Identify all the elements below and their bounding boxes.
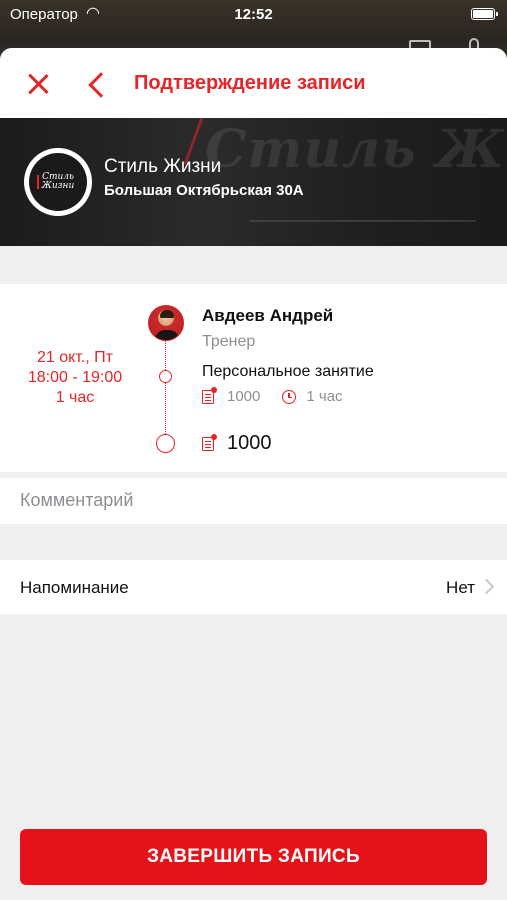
comment-field[interactable]: Комментарий <box>0 478 507 524</box>
price-tag-icon <box>202 433 217 451</box>
service-price: 1000 <box>227 388 261 405</box>
club-address: Большая Октябрьская 30А <box>104 182 304 199</box>
booking-date: 21 окт., Пт <box>36 349 114 366</box>
clock-icon <box>282 389 297 404</box>
booking-total: 1000 <box>202 432 272 455</box>
booking-card: 21 окт., Пт 18:00 - 19:00 1 час Авдеев А… <box>0 284 507 472</box>
chevron-right-icon <box>478 578 495 595</box>
reminder-value: Нет <box>446 578 475 597</box>
battery-icon <box>471 8 498 20</box>
banner-divider <box>250 220 476 222</box>
navigation-bar: Подтверждение записи <box>0 48 507 118</box>
total-price: 1000 <box>227 432 272 454</box>
booking-time-range: 18:00 - 19:00 <box>27 369 123 386</box>
booking-confirmation-sheet: Подтверждение записи Стиль Жизни Стиль Ж… <box>0 48 507 900</box>
banner-watermark: Стиль Жизни <box>205 119 507 180</box>
service-meta: 1000 1 час <box>202 386 343 405</box>
booking-duration: 1 час <box>55 389 95 406</box>
status-bar: Оператор ◠ 12:52 <box>0 0 507 30</box>
club-name: Стиль Жизни <box>104 156 222 177</box>
timeline-end-dot <box>156 434 175 453</box>
timeline-line <box>165 334 166 446</box>
service-name: Персональное занятие <box>202 363 374 380</box>
close-icon[interactable] <box>24 70 52 98</box>
price-tag-icon <box>202 386 217 404</box>
avatar <box>148 305 184 341</box>
complete-booking-button[interactable]: ЗАВЕРШИТЬ ЗАПИСЬ <box>20 829 487 885</box>
booking-datetime: 21 окт., Пт 18:00 - 19:00 1 час <box>20 348 130 408</box>
trainer-role: Тренер <box>202 333 256 350</box>
reminder-row[interactable]: Напоминание Нет <box>0 560 507 614</box>
status-time: 12:52 <box>234 6 273 23</box>
club-banner: Стиль Жизни Стиль Жизни Стиль Жизни Боль… <box>0 118 507 246</box>
reminder-label: Напоминание <box>20 578 129 597</box>
service-duration: 1 час <box>306 388 343 405</box>
club-logo-text: Стиль Жизни <box>41 172 75 191</box>
timeline-dot <box>159 370 172 383</box>
back-icon[interactable] <box>86 72 108 98</box>
club-logo: Стиль Жизни <box>24 148 92 216</box>
trainer-name: Авдеев Андрей <box>202 306 334 325</box>
page-title: Подтверждение записи <box>134 72 366 94</box>
